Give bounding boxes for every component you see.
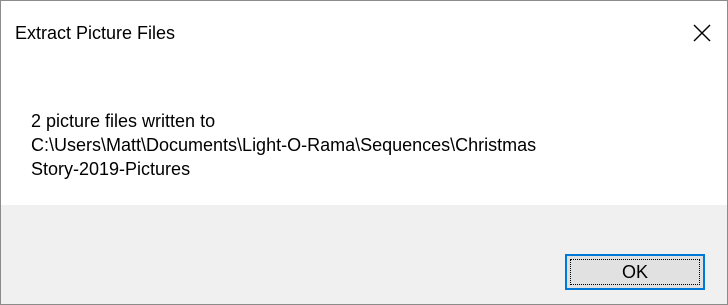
ok-button-label: OK (621, 261, 648, 282)
message-area: 2 picture files written to C:\Users\Matt… (1, 65, 727, 205)
title-bar: Extract Picture Files (1, 1, 727, 65)
message-text: 2 picture files written to C:\Users\Matt… (31, 109, 701, 181)
message-line-2: C:\Users\Matt\Documents\Light-O-Rama\Seq… (31, 135, 537, 155)
extract-picture-files-dialog: Extract Picture Files 2 picture files wr… (0, 0, 728, 305)
window-title: Extract Picture Files (15, 23, 176, 43)
message-line-3: Story-2019-Pictures (31, 159, 191, 179)
ok-button[interactable]: OK (565, 254, 705, 290)
close-button[interactable] (677, 1, 727, 65)
message-line-1: 2 picture files written to (31, 111, 216, 131)
button-bar: OK (1, 205, 727, 304)
close-icon (693, 24, 711, 42)
